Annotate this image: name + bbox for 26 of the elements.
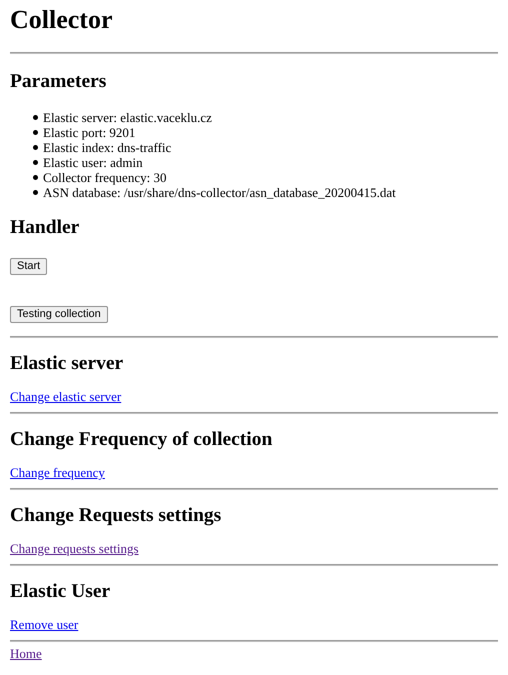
section-heading: Elastic User: [10, 581, 112, 603]
list-item: Elastic user: admin: [43, 155, 143, 170]
bullet-icon: [33, 145, 38, 150]
button[interactable]: Testing collection: [10, 306, 108, 323]
link[interactable]: Home: [10, 646, 42, 661]
bullet-icon: [33, 160, 38, 165]
list-item: Elastic server: elastic.vaceklu.cz: [43, 110, 212, 125]
bullet-icon: [33, 175, 38, 180]
page-title: Collector: [10, 5, 114, 35]
button[interactable]: Start: [10, 258, 48, 275]
section-heading: Change Requests settings: [10, 505, 222, 527]
section-heading: Parameters: [10, 71, 108, 93]
list-item: Elastic port: 9201: [43, 125, 136, 140]
link[interactable]: Remove user: [10, 617, 78, 632]
link[interactable]: Change frequency: [10, 465, 105, 480]
list-item: Elastic index: dns-traffic: [43, 140, 172, 155]
section-heading: Change Frequency of collection: [10, 429, 274, 451]
bullet-icon: [33, 190, 38, 195]
list-item: ASN database: /usr/share/dns-collector/asn_database_20200415.dat: [43, 185, 396, 200]
section-heading: Handler: [10, 217, 80, 239]
link[interactable]: Change elastic server: [10, 389, 122, 404]
bullet-icon: [33, 115, 38, 120]
link[interactable]: Change requests settings: [10, 541, 139, 556]
list-item: Collector frequency: 30: [43, 170, 166, 185]
bullet-icon: [33, 130, 38, 135]
section-heading: Elastic server: [10, 353, 124, 375]
